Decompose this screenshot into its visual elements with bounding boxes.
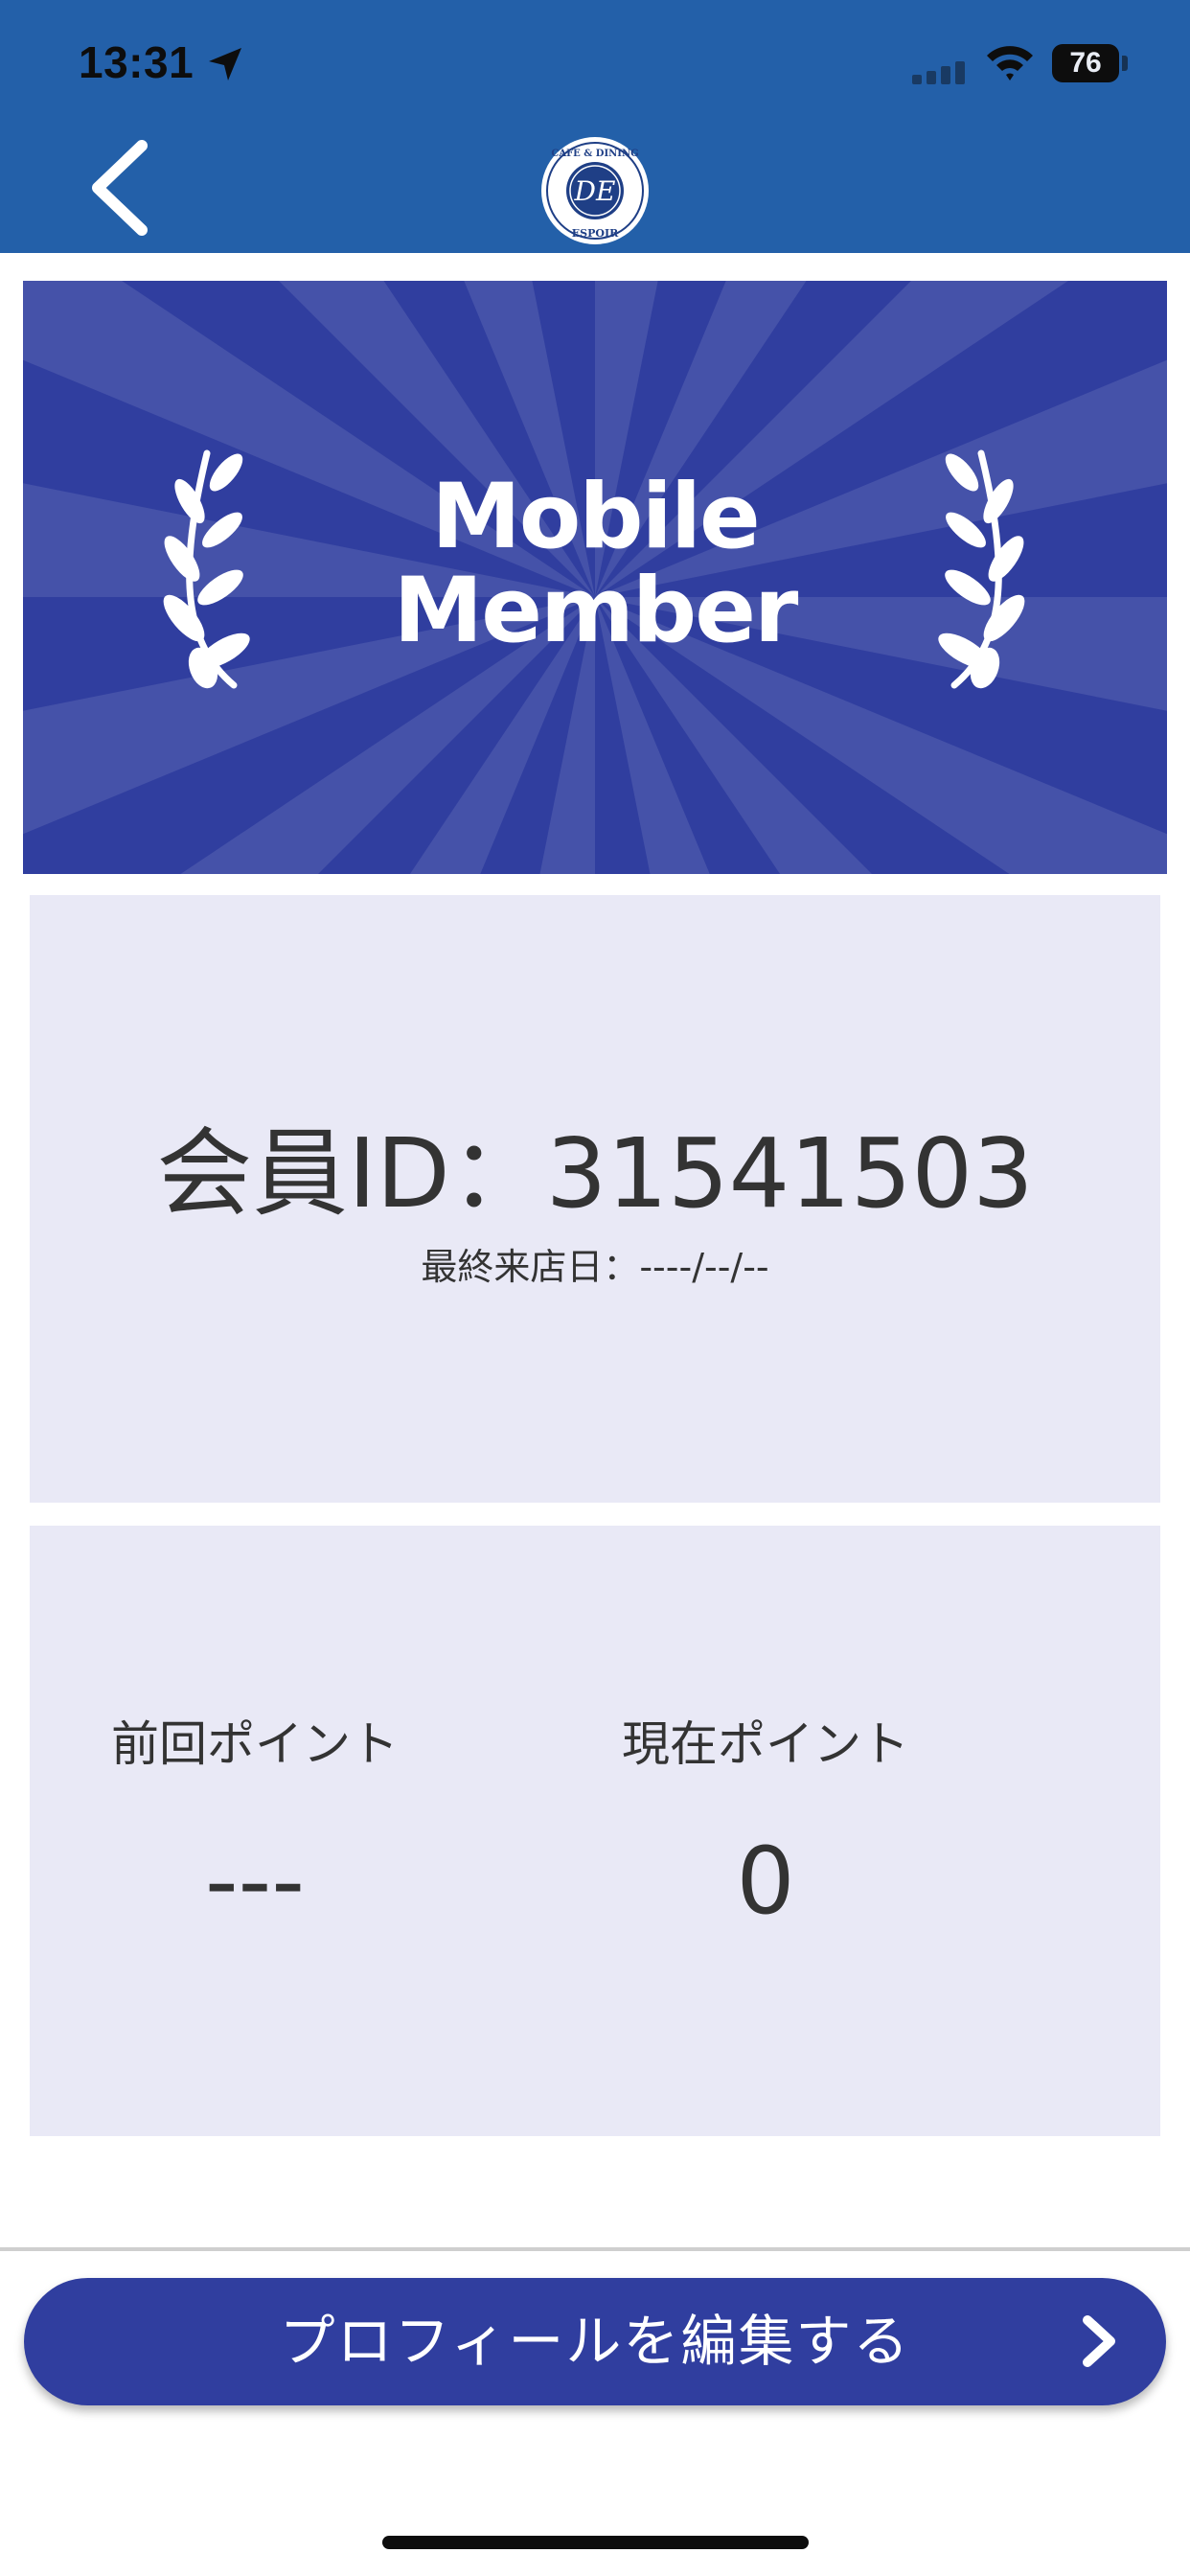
previous-points-label: 前回ポイント xyxy=(111,1716,399,1772)
espoir-logo: DE CAFE & DINING ESPOIR xyxy=(541,137,649,244)
edit-profile-button[interactable]: プロフィールを編集する xyxy=(24,2278,1166,2405)
wifi-icon xyxy=(987,46,1033,80)
location-arrow-icon xyxy=(209,48,241,80)
chevron-right-icon xyxy=(1083,2315,1115,2367)
top-bar: 13:31 76 DE CAFE & DINING ESPOIR xyxy=(0,0,1190,253)
status-time: 13:31 xyxy=(79,37,195,87)
banner-title-line2: Member xyxy=(393,559,799,663)
svg-text:CAFE & DINING: CAFE & DINING xyxy=(551,149,638,159)
current-points: 現在ポイント 0 xyxy=(483,1715,1048,1934)
mobile-member-banner: Mobile Member xyxy=(23,281,1167,874)
svg-text:ESPOIR: ESPOIR xyxy=(572,227,619,240)
banner-title: Mobile Member xyxy=(23,471,1167,658)
current-points-value: 0 xyxy=(736,1828,795,1935)
last-visit-date: 最終来店日：----/--/-- xyxy=(421,1246,769,1288)
battery-level: 76 xyxy=(1069,47,1102,79)
battery-icon: 76 xyxy=(1052,44,1119,82)
back-chevron-icon[interactable] xyxy=(77,130,163,245)
edit-profile-label: プロフィールを編集する xyxy=(279,2309,911,2374)
home-indicator xyxy=(382,2536,809,2549)
previous-points-value: --- xyxy=(205,1828,305,1935)
battery-cap xyxy=(1122,56,1128,71)
banner-title-line1: Mobile xyxy=(431,465,761,569)
previous-points: 前回ポイント --- xyxy=(0,1715,538,1934)
points-card: 前回ポイント --- 現在ポイント 0 xyxy=(30,1526,1160,2136)
cellular-signal-icon xyxy=(912,61,965,84)
member-id-card: 会員ID：31541503 最終来店日：----/--/-- xyxy=(30,895,1160,1503)
member-id: 会員ID：31541503 xyxy=(156,1117,1034,1230)
footer-divider xyxy=(0,2247,1190,2251)
svg-text:DE: DE xyxy=(574,175,616,207)
current-points-label: 現在ポイント xyxy=(622,1716,909,1772)
